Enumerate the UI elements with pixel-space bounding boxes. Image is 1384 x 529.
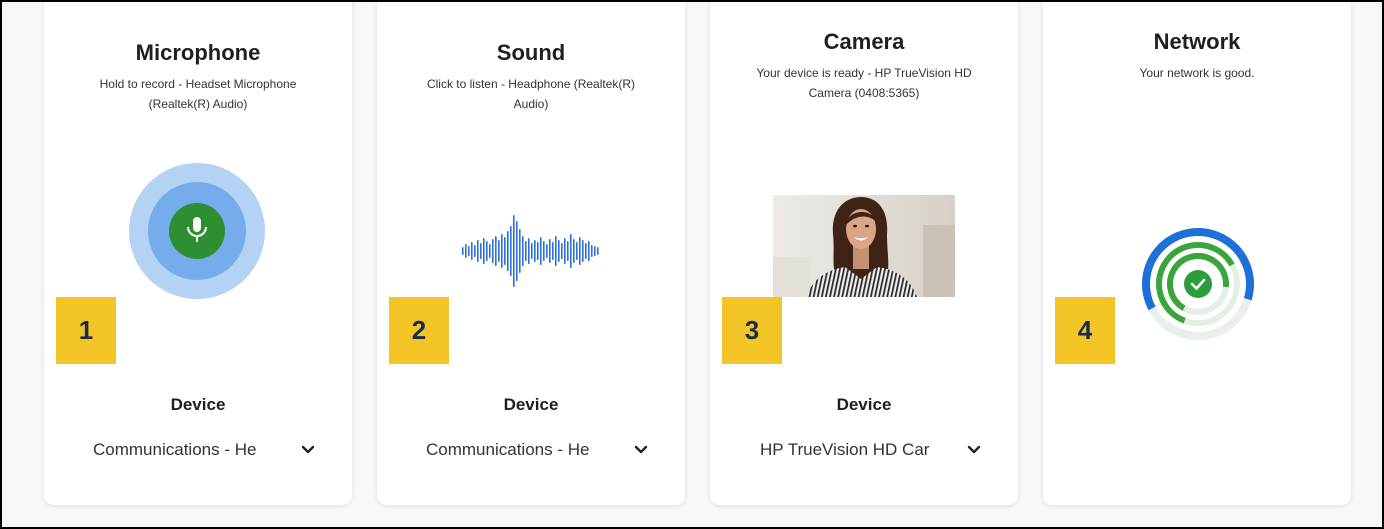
waveform-bar: [474, 245, 476, 257]
waveform-bar: [471, 242, 473, 260]
waveform-bar: [480, 243, 482, 259]
device-label: Device: [170, 395, 226, 414]
waveform-bar: [555, 236, 557, 266]
card-subtitle: Click to listen - Headphone (Realtek(R) …: [426, 77, 636, 111]
step-badge: 2: [389, 297, 449, 364]
waveform-icon[interactable]: [460, 213, 600, 289]
select-value: HP TrueVision HD Car: [760, 440, 930, 459]
camera-device-select[interactable]: HP TrueVision HD Car: [755, 435, 987, 465]
card-header: Camera Your device is ready - HP TrueVis…: [710, 28, 1018, 103]
device-label: Device: [503, 395, 559, 414]
waveform-bar: [570, 234, 572, 268]
waveform-bar: [504, 237, 506, 265]
card-title: Microphone: [135, 40, 261, 65]
waveform-bar: [585, 243, 587, 259]
card-title: Network: [1153, 29, 1241, 54]
check-icon: [1184, 270, 1212, 298]
waveform-bar: [519, 229, 521, 273]
card-header: Network Your network is good.: [1043, 28, 1351, 83]
waveform-bar: [552, 242, 554, 260]
waveform-bar: [576, 242, 578, 260]
camera-preview: [773, 195, 955, 297]
waveform-bar: [498, 240, 500, 262]
waveform-bar: [543, 241, 545, 261]
waveform-bar: [594, 246, 596, 256]
select-value: Communications - He: [93, 440, 257, 459]
waveform-bar: [591, 245, 593, 257]
waveform-bar: [528, 238, 530, 264]
waveform-bar: [549, 239, 551, 263]
microphone-record-button[interactable]: [127, 161, 267, 301]
step-badge: 3: [722, 297, 782, 364]
waveform-bar: [525, 241, 527, 261]
step-badge: 4: [1055, 297, 1115, 364]
waveform-bar: [588, 241, 590, 261]
waveform-bar: [546, 244, 548, 258]
chevron-down-icon: [301, 445, 315, 454]
network-card: Network Your network is good. 4: [1043, 2, 1351, 505]
microphone-card: Microphone Hold to record - Headset Micr…: [44, 2, 352, 505]
waveform-bar: [516, 221, 518, 281]
waveform-bar: [513, 215, 515, 287]
waveform-bar: [561, 243, 563, 259]
device-check-panel: Microphone Hold to record - Headset Micr…: [0, 0, 1384, 529]
waveform-bar: [582, 240, 584, 262]
waveform-bar: [537, 242, 539, 260]
step-badge: 1: [56, 297, 116, 364]
card-subtitle: Your device is ready - HP TrueVision HD …: [756, 66, 972, 100]
waveform-bar: [558, 240, 560, 262]
chevron-down-icon: [634, 445, 648, 454]
waveform-bar: [510, 226, 512, 276]
waveform-bar: [522, 236, 524, 266]
card-title: Camera: [823, 29, 905, 54]
card-subtitle: Hold to record - Headset Microphone (Rea…: [99, 77, 297, 111]
waveform-bar: [477, 240, 479, 262]
camera-card: Camera Your device is ready - HP TrueVis…: [710, 2, 1018, 505]
waveform-bar: [495, 236, 497, 266]
device-label: Device: [836, 395, 892, 414]
sound-card: Sound Click to listen - Headphone (Realt…: [377, 2, 685, 505]
waveform-bar: [597, 247, 599, 255]
network-status-icon: [1142, 228, 1254, 340]
waveform-bar: [492, 239, 494, 263]
waveform-bar: [567, 241, 569, 261]
waveform-bar: [483, 238, 485, 264]
card-header: Microphone Hold to record - Headset Micr…: [44, 39, 352, 114]
waveform-bar: [462, 247, 464, 255]
waveform-bar: [564, 238, 566, 264]
waveform-bar: [540, 237, 542, 265]
waveform-bar: [507, 231, 509, 271]
waveform-bar: [501, 234, 503, 268]
speaker-device-select[interactable]: Communications - He: [422, 435, 654, 465]
select-value: Communications - He: [426, 440, 590, 459]
card-header: Sound Click to listen - Headphone (Realt…: [377, 39, 685, 114]
microphone-device-select[interactable]: Communications - He: [89, 435, 321, 465]
waveform-bar: [489, 244, 491, 258]
waveform-bar: [465, 244, 467, 258]
waveform-bar: [486, 241, 488, 261]
waveform-bar: [534, 240, 536, 262]
chevron-down-icon: [967, 445, 981, 454]
waveform-bar: [579, 237, 581, 265]
waveform-bar: [531, 243, 533, 259]
waveform-bar: [573, 239, 575, 263]
card-subtitle: Your network is good.: [1139, 66, 1255, 80]
waveform-bar: [468, 246, 470, 256]
card-title: Sound: [496, 40, 566, 65]
